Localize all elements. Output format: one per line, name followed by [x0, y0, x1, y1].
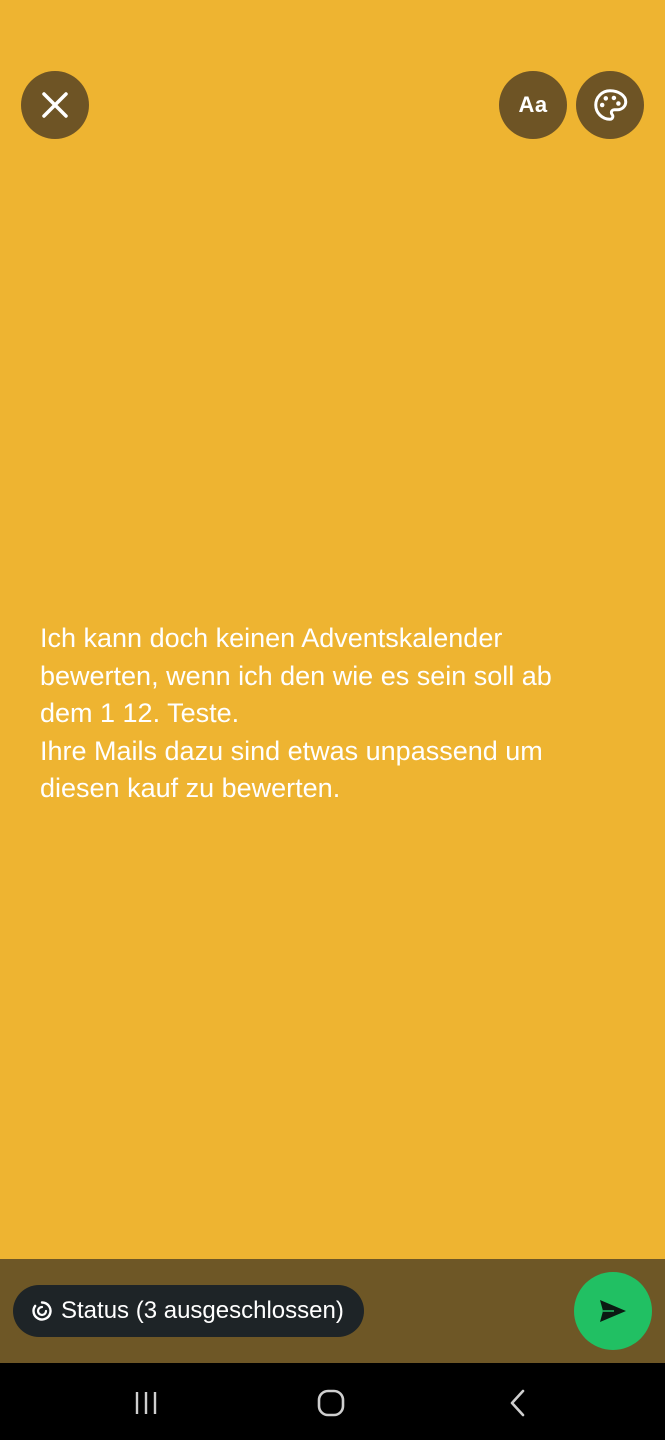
- back-icon: [510, 1389, 525, 1417]
- send-icon: [600, 1300, 626, 1322]
- home-icon: [317, 1389, 345, 1417]
- status-audience-label: Status (3 ausgeschlossen): [61, 1297, 344, 1324]
- status-audience-button[interactable]: Status (3 ausgeschlossen): [13, 1285, 364, 1337]
- status-ring-icon: [32, 1301, 52, 1321]
- font-style-label: Aa: [518, 92, 548, 117]
- recents-icon: [135, 1392, 157, 1414]
- close-icon: [42, 92, 68, 118]
- palette-icon: [594, 89, 628, 121]
- close-button[interactable]: [21, 71, 89, 139]
- composer-bar: Status (3 ausgeschlossen): [0, 1259, 665, 1363]
- font-style-button[interactable]: Aa: [499, 71, 567, 139]
- status-text-input[interactable]: Ich kann doch keinen Adventskalender bew…: [40, 620, 640, 808]
- text-status-editor: Aa Ich kann doch keinen Adventskalender …: [0, 0, 665, 1440]
- send-button[interactable]: [574, 1272, 652, 1350]
- recents-button[interactable]: [124, 1381, 168, 1425]
- color-palette-button[interactable]: [576, 71, 644, 139]
- home-button[interactable]: [309, 1381, 353, 1425]
- back-button[interactable]: [496, 1381, 540, 1425]
- system-navigation-bar: [0, 1363, 665, 1440]
